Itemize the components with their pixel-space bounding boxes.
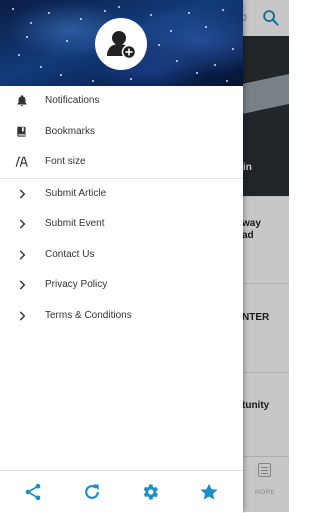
star-decoration [40,66,42,68]
star-decoration [92,80,94,82]
star-decoration [30,22,32,24]
bell-icon [17,95,27,107]
refresh-icon[interactable] [82,482,102,502]
menu-item-submit-article[interactable]: Submit Article [0,179,243,210]
menu-item-submit-event[interactable]: Submit Event [0,209,243,240]
star-icon[interactable] [199,482,219,502]
menu-item-contact-us[interactable]: Contact Us [0,240,243,271]
star-decoration [26,36,28,38]
drawer-header [0,0,243,86]
menu-item-label: Font size [45,156,86,167]
star-decoration [196,72,198,74]
chevron-right-icon [19,188,26,199]
star-decoration [158,44,160,46]
star-decoration [222,9,224,11]
star-decoration [80,18,82,20]
add-account-avatar[interactable] [95,18,147,70]
menu-item-privacy-policy[interactable]: Privacy Policy [0,270,243,301]
star-decoration [226,80,228,82]
menu-item-label: Privacy Policy [45,279,108,290]
star-decoration [60,74,62,76]
navigation-drawer: Notifications Bookmarks Font size Submit… [0,0,243,513]
menu-item-label: Notifications [45,95,100,106]
chevron-right-icon [19,249,26,260]
star-decoration [205,26,207,28]
star-decoration [150,14,152,16]
star-decoration [66,40,68,42]
menu-item-label: Contact Us [45,248,95,260]
drawer-scrim[interactable] [243,0,289,512]
star-decoration [170,30,172,32]
star-decoration [188,12,190,14]
menu-item-bookmarks[interactable]: Bookmarks [0,117,243,148]
chevron-right-icon [19,219,26,229]
menu-item-notifications[interactable]: Notifications [0,86,243,117]
book-icon [17,126,26,137]
chevron-right-icon [19,310,26,321]
menu-item-terms-conditions[interactable]: Terms & Conditions [0,301,243,332]
drawer-bottom-bar [0,470,243,513]
font-size-icon [15,156,28,167]
chevron-right-icon [19,280,26,290]
star-decoration [12,8,14,10]
star-decoration [48,12,50,14]
menu-item-label: Terms & Conditions [45,309,132,321]
star-decoration [176,60,178,62]
menu-item-label: Submit Article [45,187,107,199]
settings-icon[interactable] [140,482,160,502]
share-icon[interactable] [23,482,43,502]
star-decoration [214,64,216,66]
user-add-icon [107,31,137,60]
drawer-menu: Notifications Bookmarks Font size Submit… [0,86,243,331]
star-decoration [18,54,20,56]
star-decoration [104,10,106,12]
menu-item-label: Bookmarks [45,125,96,137]
menu-item-label: Submit Event [45,218,105,229]
star-decoration [232,48,234,50]
star-decoration [118,6,120,8]
menu-item-font-size[interactable]: Font size [0,147,243,178]
star-decoration [130,78,132,80]
